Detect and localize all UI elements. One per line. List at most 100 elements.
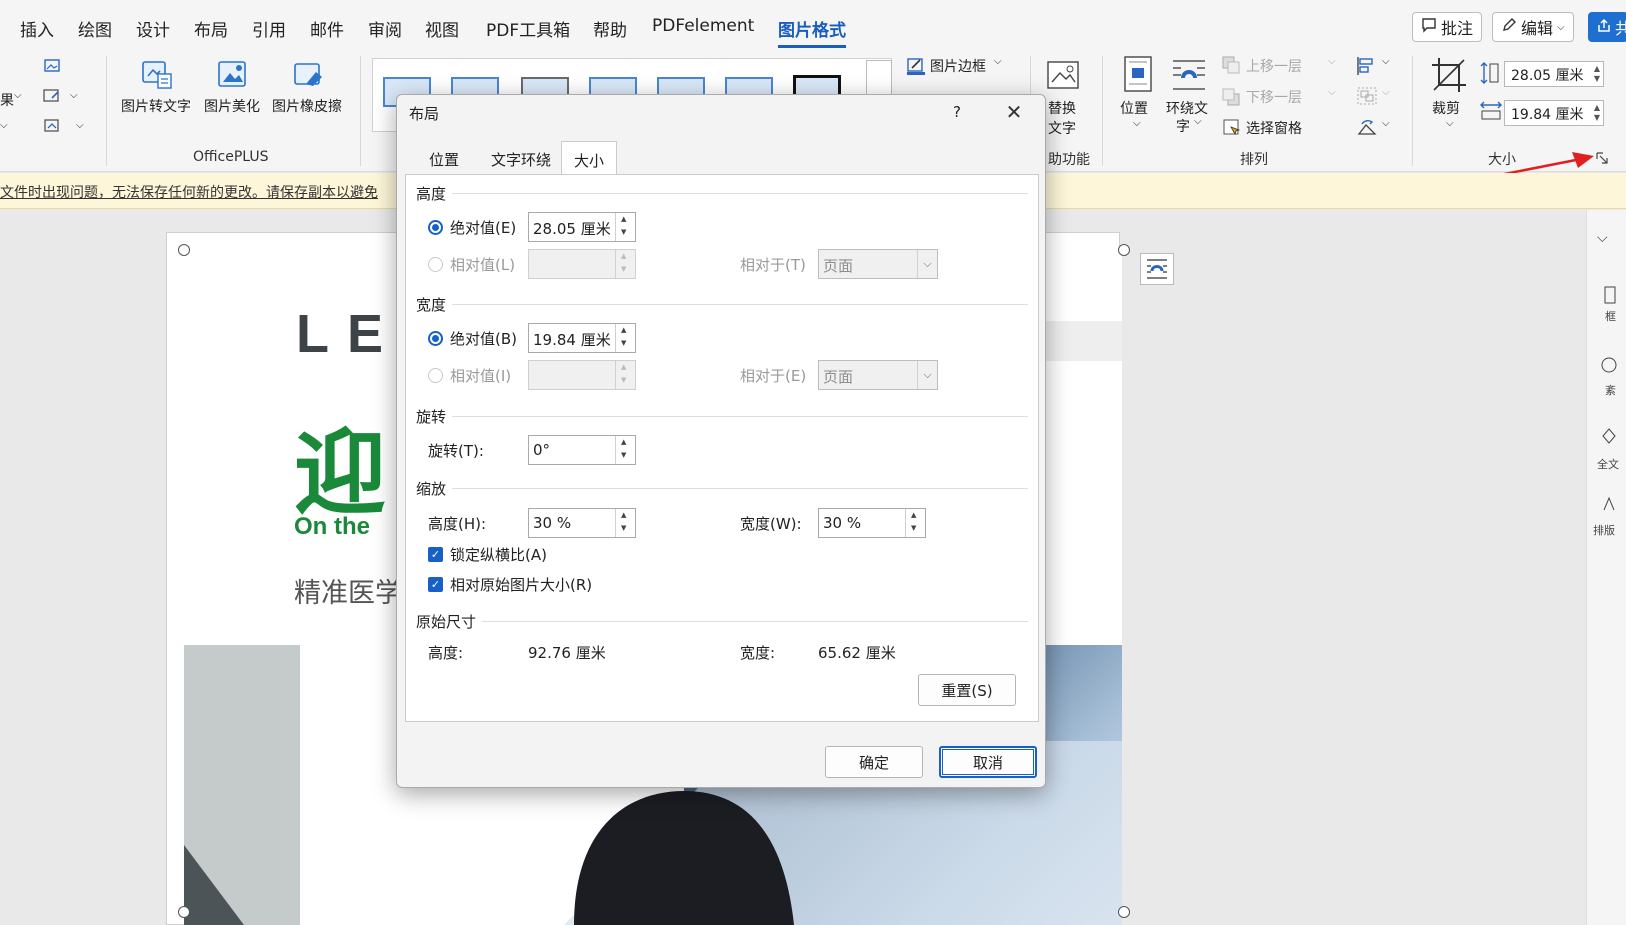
wrap-text-label-line2: 字 bbox=[1176, 119, 1190, 135]
resize-handle-top-right[interactable] bbox=[1118, 244, 1130, 256]
spinner-arrows-icon[interactable]: ▲ ▼ bbox=[1594, 103, 1600, 123]
group-separator bbox=[1412, 56, 1413, 166]
rotation-label: 旋转(T): bbox=[428, 442, 484, 460]
height-absolute-input[interactable]: 28.05 厘米 bbox=[528, 212, 636, 242]
cancel-button[interactable]: 取消 bbox=[939, 746, 1037, 778]
resize-handle-bottom-right[interactable] bbox=[1118, 906, 1130, 918]
edit-mode-button[interactable]: 编辑 ⌵ bbox=[1492, 12, 1574, 42]
height-relative-radio[interactable] bbox=[428, 257, 443, 272]
spinner-arrows-icon[interactable] bbox=[905, 509, 925, 537]
spinner-arrows-icon[interactable] bbox=[615, 436, 635, 464]
shape-height-input[interactable]: 28.05 厘米 ▲ ▼ bbox=[1504, 61, 1604, 87]
picture-to-text-button[interactable]: 图片转文字 bbox=[121, 96, 191, 116]
tab-help[interactable]: 帮助 bbox=[593, 16, 627, 41]
height-relative-to-select[interactable]: 页面 ⌵ bbox=[818, 249, 938, 279]
height-relative-input[interactable] bbox=[528, 249, 636, 279]
pane-circle-icon[interactable] bbox=[1601, 356, 1617, 378]
height-absolute-radio[interactable] bbox=[428, 220, 443, 235]
tab-size[interactable]: 大小 bbox=[561, 141, 618, 175]
width-relative-input[interactable] bbox=[528, 360, 636, 390]
artistic-effects-partial[interactable]: 果 bbox=[0, 90, 14, 110]
tab-layout[interactable]: 布局 bbox=[194, 16, 228, 41]
width-relative-radio[interactable] bbox=[428, 368, 443, 383]
align-icon[interactable] bbox=[1356, 56, 1378, 80]
rotation-value: 0° bbox=[533, 441, 551, 459]
chevron-down-icon: ⌵ bbox=[1446, 118, 1454, 129]
crop-button[interactable]: 裁剪 bbox=[1432, 98, 1460, 118]
tab-pdf-toolbox[interactable]: PDF工具箱 bbox=[486, 16, 570, 41]
scale-height-input[interactable]: 30 % bbox=[528, 508, 636, 538]
ok-button[interactable]: 确定 bbox=[825, 746, 923, 778]
comment-button[interactable]: 批注 bbox=[1412, 12, 1483, 42]
compress-pictures-icon[interactable] bbox=[42, 56, 62, 80]
tab-insert[interactable]: 插入 bbox=[20, 16, 54, 41]
scale-width-input[interactable]: 30 % bbox=[818, 508, 926, 538]
selection-pane-button[interactable]: 选择窗格 bbox=[1246, 118, 1302, 138]
pane-doc-icon[interactable] bbox=[1603, 286, 1617, 310]
wrap-text-button[interactable]: 环绕文 bbox=[1166, 98, 1208, 118]
spinner-arrows-icon[interactable] bbox=[615, 509, 635, 537]
rotation-input[interactable]: 0° bbox=[528, 435, 636, 465]
pane-type-icon[interactable] bbox=[1601, 496, 1617, 516]
picture-beautify-icon bbox=[216, 58, 250, 96]
tab-position[interactable]: 位置 bbox=[417, 141, 471, 175]
bring-forward-icon bbox=[1222, 56, 1240, 78]
picture-beautify-button[interactable]: 图片美化 bbox=[204, 96, 260, 116]
reset-button[interactable]: 重置(S) bbox=[918, 674, 1016, 706]
warning-message[interactable]: 文件时出现问题，无法保存任何新的更改。请保存副本以避免 bbox=[0, 182, 378, 202]
rotate-icon[interactable] bbox=[1356, 118, 1378, 142]
bring-forward-button[interactable]: 上移一层 bbox=[1246, 56, 1302, 76]
cancel-label: 取消 bbox=[972, 753, 1003, 772]
chevron-down-icon: ⌵ bbox=[994, 56, 1002, 67]
height-relative-to-value: 页面 bbox=[823, 257, 854, 275]
width-absolute-label[interactable]: 绝对值(B) bbox=[450, 328, 517, 349]
spinner-arrows-icon[interactable] bbox=[615, 213, 635, 241]
close-button[interactable]: ✕ bbox=[997, 97, 1031, 127]
group-objects-icon[interactable] bbox=[1356, 86, 1378, 110]
tab-design[interactable]: 设计 bbox=[136, 16, 170, 41]
send-backward-icon bbox=[1222, 88, 1240, 110]
width-relative-to-select[interactable]: 页面 ⌵ bbox=[818, 360, 938, 390]
tab-text-wrapping[interactable]: 文字环绕 bbox=[479, 141, 563, 175]
subtitle-text: On the bbox=[294, 513, 370, 540]
spinner-arrows-icon[interactable] bbox=[615, 324, 635, 352]
tab-review[interactable]: 审阅 bbox=[368, 16, 402, 41]
lock-aspect-checkbox[interactable]: ✓ bbox=[428, 547, 443, 562]
shape-width-input[interactable]: 19.84 厘米 ▲ ▼ bbox=[1504, 100, 1604, 126]
photo-person bbox=[574, 791, 794, 925]
relative-original-checkbox[interactable]: ✓ bbox=[428, 577, 443, 592]
relative-original-label[interactable]: 相对原始图片大小(R) bbox=[450, 574, 592, 595]
tab-references[interactable]: 引用 bbox=[252, 16, 286, 41]
chevron-down-icon[interactable]: ⌵ bbox=[1597, 230, 1608, 246]
picture-border-button[interactable]: 图片边框 bbox=[930, 56, 986, 76]
ok-label: 确定 bbox=[858, 753, 889, 772]
resize-handle-bottom-left[interactable] bbox=[178, 906, 190, 918]
pane-diamond-icon[interactable] bbox=[1601, 428, 1617, 448]
share-button[interactable]: 共 bbox=[1588, 12, 1626, 42]
help-button[interactable]: ? bbox=[953, 103, 961, 121]
alt-text-label-line1[interactable]: 替换 bbox=[1048, 98, 1076, 118]
resize-handle-top-left[interactable] bbox=[178, 244, 190, 256]
share-icon bbox=[1597, 18, 1611, 37]
reset-picture-icon[interactable] bbox=[42, 116, 62, 140]
tab-picture-format[interactable]: 图片格式 bbox=[778, 16, 846, 48]
width-absolute-radio[interactable] bbox=[428, 331, 443, 346]
change-picture-icon[interactable] bbox=[42, 86, 62, 110]
lock-aspect-label[interactable]: 锁定纵横比(A) bbox=[450, 544, 547, 565]
height-relative-label: 相对值(L) bbox=[450, 256, 516, 274]
layout-options-button[interactable] bbox=[1140, 253, 1174, 285]
position-button[interactable]: 位置 bbox=[1120, 98, 1148, 118]
alt-text-label-line2[interactable]: 文字 bbox=[1048, 118, 1076, 138]
tab-mailings[interactable]: 邮件 bbox=[310, 16, 344, 41]
tab-draw[interactable]: 绘图 bbox=[78, 16, 112, 41]
spinner-arrows-icon[interactable]: ▲ ▼ bbox=[1594, 64, 1600, 84]
width-absolute-input[interactable]: 19.84 厘米 bbox=[528, 323, 636, 353]
height-absolute-label[interactable]: 绝对值(E) bbox=[450, 217, 516, 238]
picture-border-icon bbox=[906, 56, 926, 80]
picture-eraser-button[interactable]: 图片橡皮擦 bbox=[272, 96, 342, 116]
tab-pdfelement[interactable]: PDFelement bbox=[652, 16, 754, 36]
tab-view[interactable]: 视图 bbox=[425, 16, 459, 41]
send-backward-button[interactable]: 下移一层 bbox=[1246, 87, 1302, 107]
shape-height-icon bbox=[1480, 62, 1500, 88]
close-icon: ✕ bbox=[1005, 100, 1023, 124]
